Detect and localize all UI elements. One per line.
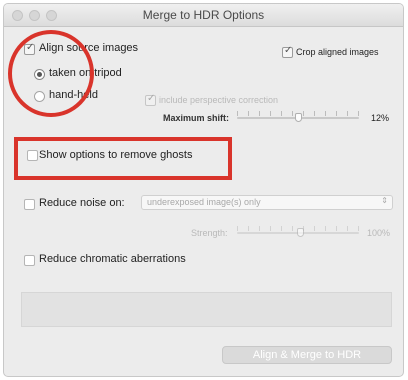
strength-value: 100% (367, 228, 391, 238)
annotation-circle (8, 30, 94, 117)
maximum-shift-thumb[interactable] (295, 113, 302, 122)
status-panel (21, 292, 392, 327)
strength-thumb[interactable] (297, 228, 304, 237)
annotation-rectangle (14, 137, 232, 180)
maximum-shift-value: 12% (371, 113, 390, 123)
noise-target-value: underexposed image(s) only (147, 197, 261, 207)
perspective-correction-label: include perspective correction (159, 95, 279, 105)
crop-aligned-images-label: Crop aligned images (296, 47, 379, 57)
perspective-correction-checkbox[interactable] (145, 93, 156, 106)
strength-label: Strength: (191, 228, 228, 238)
reduce-chromatic-aberrations-label: Reduce chromatic aberrations (39, 253, 186, 265)
title-bar: Merge to HDR Options (4, 4, 403, 27)
maximum-shift-label: Maximum shift: (163, 113, 230, 123)
reduce-noise-checkbox[interactable] (24, 199, 35, 210)
crop-aligned-images-checkbox[interactable] (282, 45, 293, 58)
reduce-chromatic-aberrations-checkbox[interactable] (24, 255, 35, 266)
reduce-noise-label: Reduce noise on: (39, 197, 125, 209)
chevron-updown-icon: ⇕ (381, 196, 388, 205)
window-title: Merge to HDR Options (142, 8, 265, 22)
noise-target-select[interactable]: underexposed image(s) only ⇕ (141, 195, 393, 210)
align-and-merge-button[interactable]: Align & Merge to HDR (222, 346, 392, 364)
